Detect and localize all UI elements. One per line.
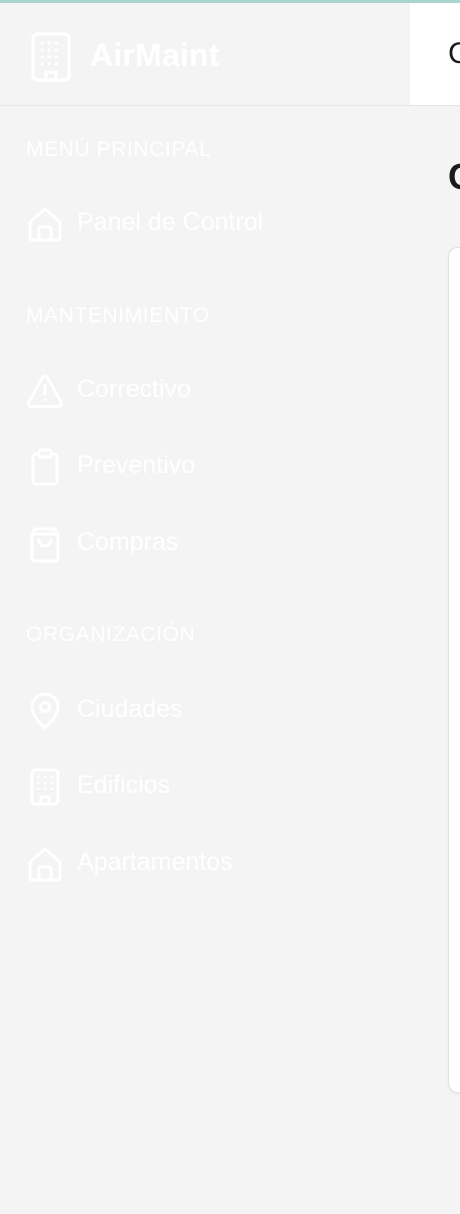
page-title: C [448,156,460,198]
warning-triangle-icon [26,372,64,410]
map-pin-icon [26,692,64,730]
clipboard-icon [26,448,64,486]
sidebar-item-label: Compras [77,528,179,556]
sidebar-item-label: Ciudades [77,695,183,723]
sidebar-item-correctivo[interactable]: Correctivo [26,368,396,416]
sidebar-item-preventivo[interactable]: Preventivo [26,444,396,492]
sidebar-item-apartamentos[interactable]: Apartamentos [26,841,396,889]
brand-name: AirMaint [90,37,220,73]
building-icon [31,32,71,82]
building-icon [26,768,64,806]
sidebar-item-edificios[interactable]: Edificios [26,764,396,812]
home-icon [26,205,64,243]
home-icon [26,845,64,883]
section-title-menu-principal: MENÚ PRINCIPAL [26,138,212,161]
header-title: C [448,37,460,71]
shopping-bag-icon [26,525,64,563]
section-title-mantenimiento: MANTENIMIENTO [26,304,210,327]
sidebar-item-panel-de-control[interactable]: Panel de Control [26,201,396,249]
sidebar-item-compras[interactable]: Compras [26,521,396,569]
sidebar-item-label: Apartamentos [77,848,233,876]
content-card [448,247,460,1093]
app-window: AirMaint MENÚ PRINCIPAL Panel de Control… [0,0,460,1214]
main-header: C [410,3,460,106]
sidebar-item-ciudades[interactable]: Ciudades [26,688,396,736]
section-title-organizacion: ORGANIZACIÓN [26,623,196,646]
sidebar-item-label: Edificios [77,771,171,799]
sidebar-item-label: Panel de Control [77,208,264,236]
sidebar-item-label: Correctivo [77,375,191,403]
sidebar: AirMaint MENÚ PRINCIPAL Panel de Control… [0,3,410,1214]
brand-header[interactable]: AirMaint [0,3,410,106]
sidebar-item-label: Preventivo [77,451,196,479]
